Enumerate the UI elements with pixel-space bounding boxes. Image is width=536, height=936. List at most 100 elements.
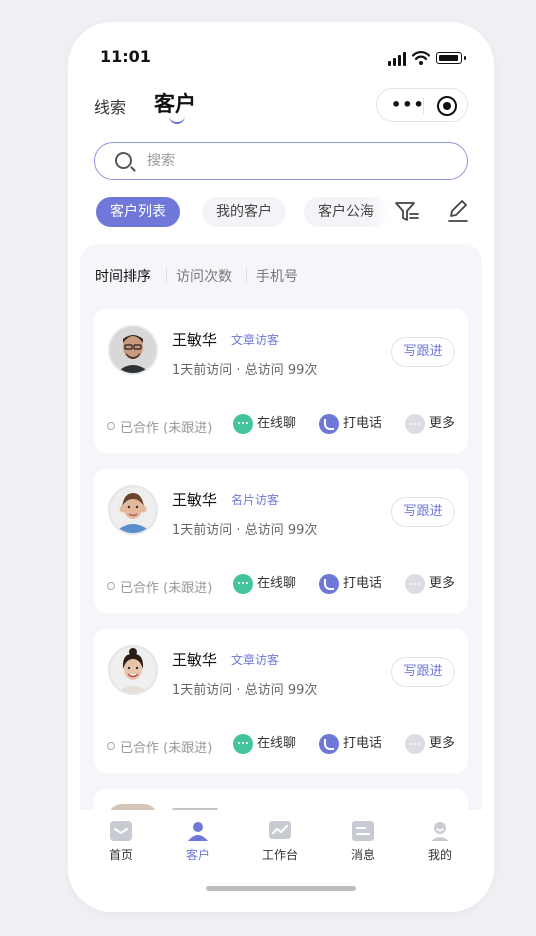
filter-my-customers[interactable]: 我的客户 — [202, 197, 286, 227]
more-button[interactable]: 更多 — [405, 413, 461, 435]
phone-icon — [319, 574, 339, 594]
chat-icon — [233, 414, 253, 434]
search-bar[interactable] — [94, 142, 468, 180]
customer-name: 王敏华 — [172, 491, 218, 509]
cooperation-status: 已合作 (未跟进) — [107, 737, 212, 756]
chat-icon — [233, 734, 253, 754]
status-time: 11:01 — [100, 47, 151, 66]
tab-profile[interactable]: 我的 — [410, 820, 470, 863]
customer-card[interactable]: 王敏华 文章访客 1天前访问 · 总访问 99次 写跟进 已合作 (未跟进) 在… — [94, 309, 468, 453]
last-visit: 1天前访问 — [172, 523, 233, 538]
tab-leads[interactable]: 线索 — [94, 94, 126, 118]
last-visit: 1天前访问 — [172, 683, 233, 698]
meta-separator: · — [236, 523, 241, 538]
customer-name: 王敏华 — [172, 651, 218, 669]
visit-meta: 1天前访问 · 总访问 99次 — [172, 519, 317, 538]
call-label: 打电话 — [343, 576, 383, 591]
cellular-signal-icon — [388, 52, 408, 66]
avatar — [108, 645, 158, 695]
write-follow-up-button[interactable]: 写跟进 — [391, 497, 455, 527]
chip-scroll-fade — [368, 194, 392, 230]
avatar — [108, 485, 158, 535]
write-follow-up-button[interactable]: 写跟进 — [391, 337, 455, 367]
search-input[interactable] — [147, 151, 447, 171]
visit-meta: 1天前访问 · 总访问 99次 — [172, 679, 317, 698]
total-visits: 总访问 99次 — [244, 523, 318, 538]
sort-by-time[interactable]: 时间排序 — [95, 266, 151, 286]
edit-icon[interactable] — [446, 198, 470, 224]
tab-customers[interactable]: 客户 — [154, 88, 196, 118]
customer-name: 王敏华 — [172, 331, 218, 349]
phone-icon — [319, 734, 339, 754]
tab-workbench-label: 工作台 — [261, 848, 298, 862]
home-icon — [110, 821, 132, 841]
sort-divider — [166, 268, 167, 282]
online-chat-button[interactable]: 在线聊 — [233, 733, 303, 755]
status-bar: 11:01 — [68, 22, 494, 92]
wifi-icon — [412, 51, 430, 65]
total-visits: 总访问 99次 — [244, 683, 318, 698]
bottom-tab-bar: 首页 客户 工作台 消息 我的 — [68, 810, 494, 912]
chat-icon — [233, 574, 253, 594]
more-icon — [405, 734, 425, 754]
active-tab-indicator — [169, 116, 185, 124]
sort-by-phone[interactable]: 手机号 — [256, 266, 298, 286]
tab-customers-bottom[interactable]: 客户 — [168, 820, 228, 863]
call-button[interactable]: 打电话 — [319, 733, 389, 755]
online-chat-label: 在线聊 — [257, 576, 297, 591]
call-label: 打电话 — [343, 736, 383, 751]
customer-card[interactable]: 王敏华 文章访客 1天前访问 · 总访问 99次 写跟进 已合作 (未跟进) 在… — [94, 629, 468, 773]
more-label: 更多 — [429, 736, 456, 751]
call-button[interactable]: 打电话 — [319, 573, 389, 595]
cooperation-status: 已合作 (未跟进) — [107, 417, 212, 436]
more-dots-icon[interactable]: ••• — [391, 97, 425, 113]
last-visit: 1天前访问 — [172, 363, 233, 378]
online-chat-button[interactable]: 在线聊 — [233, 413, 303, 435]
write-follow-up-button[interactable]: 写跟进 — [391, 657, 455, 687]
tab-profile-label: 我的 — [427, 848, 452, 862]
miniprogram-capsule: ••• — [376, 88, 468, 122]
search-icon — [115, 152, 132, 169]
tab-messages-label: 消息 — [350, 848, 375, 862]
online-chat-label: 在线聊 — [257, 736, 297, 751]
home-indicator — [206, 886, 356, 891]
filter-customer-list[interactable]: 客户列表 — [96, 197, 180, 227]
close-miniprogram-icon[interactable] — [437, 96, 457, 116]
tab-home[interactable]: 首页 — [91, 820, 151, 863]
phone-icon — [319, 414, 339, 434]
more-icon — [405, 574, 425, 594]
visitor-type-tag: 文章访客 — [231, 333, 280, 347]
more-label: 更多 — [429, 416, 456, 431]
online-chat-button[interactable]: 在线聊 — [233, 573, 303, 595]
online-chat-label: 在线聊 — [257, 416, 297, 431]
filter-icon[interactable] — [394, 200, 420, 224]
more-button[interactable]: 更多 — [405, 573, 461, 595]
capsule-divider — [423, 98, 424, 114]
customer-card[interactable]: 王敏华 名片访客 1天前访问 · 总访问 99次 写跟进 已合作 (未跟进) 在… — [94, 469, 468, 613]
more-button[interactable]: 更多 — [405, 733, 461, 755]
tab-messages[interactable]: 消息 — [333, 820, 393, 863]
more-icon — [405, 414, 425, 434]
call-button[interactable]: 打电话 — [319, 413, 389, 435]
call-label: 打电话 — [343, 416, 383, 431]
sort-by-visits[interactable]: 访问次数 — [176, 266, 232, 286]
cooperation-status: 已合作 (未跟进) — [107, 577, 212, 596]
tab-home-label: 首页 — [108, 848, 133, 862]
sort-divider — [246, 268, 247, 282]
visit-meta: 1天前访问 · 总访问 99次 — [172, 359, 317, 378]
profile-icon — [431, 822, 449, 841]
tab-workbench[interactable]: 工作台 — [250, 820, 310, 863]
message-icon — [352, 821, 374, 841]
phone-frame: 11:01 线索 客户 ••• 客户列表 我的客户 客户公海 时间 — [68, 22, 494, 912]
more-label: 更多 — [429, 576, 456, 591]
visitor-type-tag: 文章访客 — [231, 653, 280, 667]
meta-separator: · — [236, 363, 241, 378]
workbench-icon — [269, 821, 291, 839]
meta-separator: · — [236, 683, 241, 698]
tab-customers-label: 客户 — [185, 848, 210, 862]
customer-icon — [188, 822, 208, 841]
total-visits: 总访问 99次 — [244, 363, 318, 378]
battery-icon — [436, 52, 466, 64]
avatar — [108, 325, 158, 375]
visitor-type-tag: 名片访客 — [231, 493, 280, 507]
